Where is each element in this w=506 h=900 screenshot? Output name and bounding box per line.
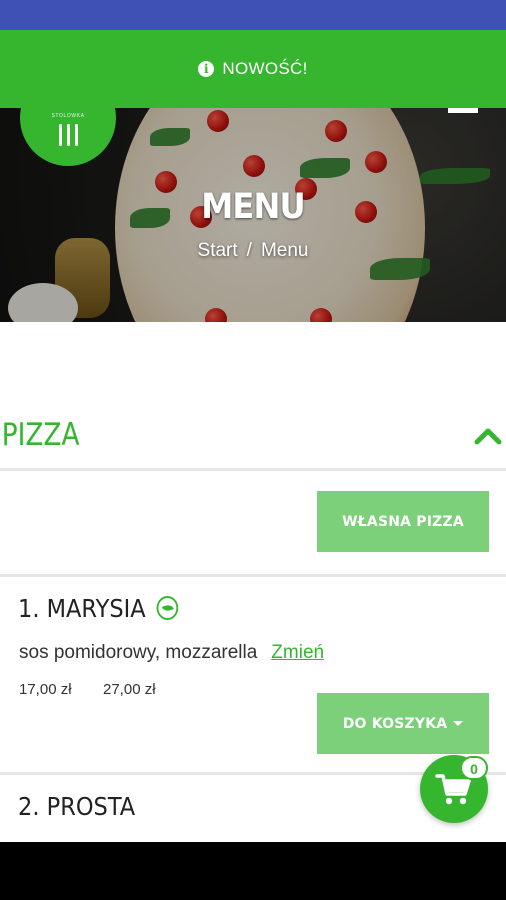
- price-small: 17,00 zł: [19, 681, 72, 698]
- breadcrumb-separator: /: [246, 240, 252, 261]
- bottom-bar: [0, 842, 506, 900]
- change-ingredients-link[interactable]: Zmień: [271, 642, 324, 663]
- logo[interactable]: STOLOWKA: [20, 70, 116, 166]
- menu-item-name: 2. PROSTA: [18, 791, 136, 821]
- ingredients-text: sos pomidorowy, mozzarella: [19, 642, 258, 663]
- info-icon: i: [198, 61, 215, 77]
- page-title: MENU: [201, 187, 305, 227]
- menu-icon[interactable]: [448, 108, 478, 113]
- breadcrumb: Start / Menu: [0, 240, 506, 262]
- menu-item-title: 1. MARYSIA: [18, 588, 179, 628]
- menu-item-description: sos pomidorowy, mozzarella Zmień: [19, 642, 324, 664]
- add-to-cart-button[interactable]: DO KOSZYKA: [317, 693, 489, 754]
- cart-count-badge: 0: [460, 756, 488, 780]
- menu-item-title: 2. PROSTA: [18, 786, 135, 826]
- vegetarian-icon: [156, 596, 179, 620]
- breadcrumb-current: Menu: [260, 240, 309, 261]
- category-header[interactable]: PIZZA: [0, 402, 506, 468]
- price-large: 27,00 zł: [103, 681, 156, 698]
- divider: [0, 574, 506, 577]
- category-title: PIZZA: [1, 417, 80, 453]
- add-to-cart-label: DO KOSZYKA: [342, 715, 448, 732]
- news-label: NOWOŚĆ!: [222, 59, 308, 78]
- breadcrumb-home[interactable]: Start: [198, 240, 238, 261]
- chevron-up-icon[interactable]: [474, 422, 502, 450]
- divider: [0, 468, 506, 471]
- status-bar: [0, 0, 506, 30]
- logo-name: STOLOWKA: [51, 113, 85, 119]
- menu-item-name: 1. MARYSIA: [18, 593, 146, 623]
- cutlery-icon: [58, 124, 78, 146]
- custom-pizza-button[interactable]: WŁASNA PIZZA: [317, 491, 489, 552]
- caret-down-icon: [453, 721, 464, 726]
